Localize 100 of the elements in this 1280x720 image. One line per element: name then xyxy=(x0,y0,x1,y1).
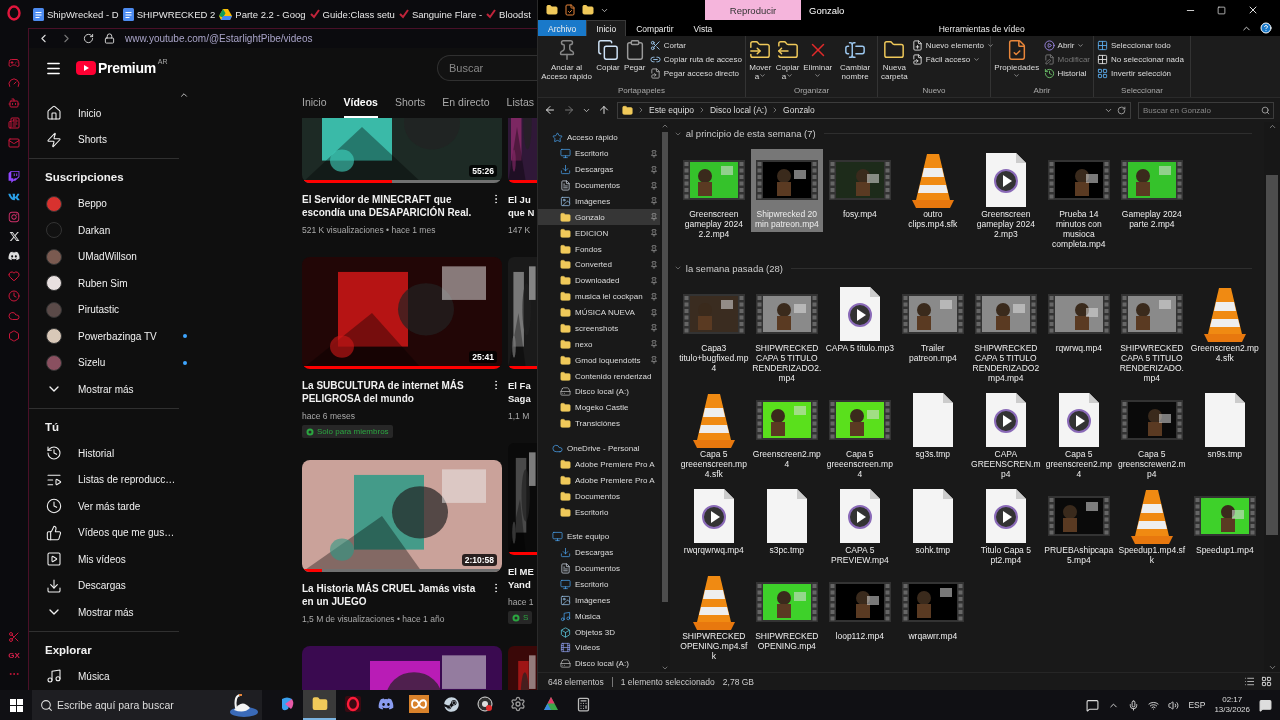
file-item[interactable]: Greenscreen gameplay 2024 2.2.mp4 xyxy=(677,148,750,242)
scissors-icon[interactable] xyxy=(8,631,20,643)
nav-item[interactable]: Ver más tarde xyxy=(29,493,191,520)
nav-tree-item[interactable]: musica lel cockpan xyxy=(538,288,660,305)
mail-icon[interactable] xyxy=(8,137,20,149)
nav-tree-item[interactable]: Gonzalo xyxy=(538,209,660,226)
section-title[interactable]: Suscripciones xyxy=(29,164,191,191)
browser-tab[interactable]: SHIPWRECKED 2 xyxy=(120,4,218,24)
ribbon-button[interactable]: Mover a xyxy=(749,39,772,81)
details-view-icon[interactable] xyxy=(1244,676,1255,687)
show-more-item[interactable]: Mostrar más xyxy=(29,376,191,403)
channel-tab[interactable]: En directo xyxy=(442,88,490,118)
breadcrumb[interactable]: Disco local (A:) xyxy=(709,105,768,115)
gamepad-icon[interactable] xyxy=(8,57,20,69)
file-item[interactable]: Speedup1.mp4 xyxy=(1188,485,1261,558)
ribbon-button[interactable]: Anclar al Acceso rápido xyxy=(541,39,593,81)
nav-tree-item[interactable]: MÚSICA NUEVA xyxy=(538,304,660,321)
clock[interactable]: 02:17 13/3/2026 xyxy=(1214,695,1250,715)
scroll-down-icon[interactable] xyxy=(660,664,669,672)
file-item[interactable]: Titulo Capa 5 pt2.mp4 xyxy=(969,485,1042,568)
nav-item[interactable]: Historial xyxy=(29,440,191,467)
channel-item[interactable]: Beppo xyxy=(29,190,191,217)
volume-icon[interactable] xyxy=(1168,699,1180,711)
ribbon-button[interactable]: Nuevo elemento xyxy=(911,40,994,51)
video-title[interactable]: que N xyxy=(508,206,537,219)
channel-item[interactable]: Powerbazinga TV xyxy=(29,323,191,350)
nav-tree-item[interactable]: Imágenes xyxy=(538,193,660,210)
file-item[interactable]: s3pc.tmp xyxy=(750,485,823,558)
ribbon-tab[interactable]: Compartir xyxy=(626,20,684,36)
nav-item[interactable]: Mis vídeos xyxy=(29,546,191,573)
video-title[interactable]: La Historia MÁS CRUEL Jamás vista en un JUEGO xyxy=(302,582,486,608)
ribbon-button[interactable]: Copiar a xyxy=(775,39,800,81)
video-title[interactable]: La SUBCULTURA de internet MÁS PELIGROSA del mundo xyxy=(302,379,486,405)
file-item[interactable]: Speedup1.mp4.sfk xyxy=(1115,485,1188,568)
file-item[interactable]: SHIPWRECKED OPENING.mp4.sfk xyxy=(677,571,750,664)
ribbon-button[interactable]: Propiedades xyxy=(994,39,1040,81)
file-item[interactable]: CAPA 5 titulo.mp3 xyxy=(823,283,896,356)
network-icon[interactable] xyxy=(1148,699,1160,711)
browser-tab[interactable]: Parte 2.2 - Goog xyxy=(217,4,308,24)
file-item[interactable]: Trailer patreon.mp4 xyxy=(896,283,969,366)
heart-icon[interactable] xyxy=(8,270,20,282)
nav-tree-item[interactable]: screenshots xyxy=(538,320,660,337)
group-header[interactable]: al principio de esta semana (7) xyxy=(673,125,1264,143)
address-field[interactable]: Este equipo Disco local (A:) Gonzalo xyxy=(617,101,1131,119)
cloud-icon[interactable] xyxy=(8,310,20,322)
nav-tree-item[interactable]: Fondos xyxy=(538,241,660,257)
nav-tree-item[interactable]: Vídeos xyxy=(538,640,660,656)
nav-tree-item[interactable]: Mogeko Castle xyxy=(538,399,660,416)
nav-tree-item[interactable]: EDICION xyxy=(538,225,660,242)
folder-icon[interactable] xyxy=(546,4,558,16)
logo-text[interactable]: Premium xyxy=(98,60,156,76)
file-item[interactable]: Capa3 titulo+bugfixed.mp4 xyxy=(677,283,750,376)
file-item[interactable]: SHIPWRECKED OPENING.mp4 xyxy=(750,571,823,654)
file-item[interactable]: rqwrwq.mp4 xyxy=(1042,283,1115,356)
nav-tree-item[interactable]: OneDrive - Personal xyxy=(538,440,660,457)
ribbon-button[interactable]: Nueva carpeta xyxy=(881,39,908,81)
taskbar-button[interactable] xyxy=(303,690,336,720)
hexagon-icon[interactable] xyxy=(8,330,20,342)
ribbon-button[interactable]: Cortar xyxy=(649,40,742,51)
file-item[interactable]: rwqrqwrwq.mp4 xyxy=(677,485,750,558)
nav-item[interactable]: Música xyxy=(29,663,191,690)
ribbon-button[interactable]: Fácil acceso xyxy=(911,54,994,65)
video-title[interactable]: Saga xyxy=(508,392,537,405)
url-field[interactable]: www.youtube.com/@EstarlightPibe/videos xyxy=(125,33,313,44)
nav-tree-item[interactable]: Disco local (A:) xyxy=(538,384,660,400)
reload-icon[interactable] xyxy=(83,33,94,44)
browser-tab[interactable]: ShipWrecked - D xyxy=(31,4,121,24)
file-item[interactable]: Shipwrecked 20 min patreon.mp4 xyxy=(750,148,823,232)
ribbon-button[interactable]: Seleccionar todo xyxy=(1097,40,1184,51)
microphone-icon[interactable] xyxy=(1128,699,1140,711)
search-field[interactable]: Buscar xyxy=(437,55,537,81)
channel-tab[interactable]: Inicio xyxy=(302,88,327,118)
notifications-icon[interactable] xyxy=(1259,698,1272,712)
ribbon-tab[interactable]: Inicio xyxy=(586,20,627,36)
gauge-icon[interactable] xyxy=(8,77,20,89)
nav-tree-item[interactable]: Escritorio xyxy=(538,576,660,593)
channel-item[interactable]: UMadWillson xyxy=(29,243,191,270)
nav-item[interactable]: Inicio xyxy=(29,100,191,127)
file-item[interactable]: PRUEBAshipcapa5.mp4 xyxy=(1042,485,1115,568)
file-menu-tab[interactable]: Archivo xyxy=(538,20,587,36)
file-item[interactable]: Gameplay 2024 parte 2.mp4 xyxy=(1115,148,1188,232)
file-item[interactable]: loop112.mp4 xyxy=(823,571,896,644)
browser-tab[interactable]: Bloodst xyxy=(484,4,533,24)
channel-item[interactable]: Darkan xyxy=(29,217,191,244)
nav-item[interactable]: Vídeos que me gus… xyxy=(29,519,191,546)
refresh-icon[interactable] xyxy=(1117,105,1126,115)
file-item[interactable]: Greenscreen2.mp4 xyxy=(750,389,823,472)
ribbon-button[interactable]: Invertir selección xyxy=(1097,68,1184,79)
nav-tree-item[interactable]: Documentos xyxy=(538,488,660,505)
up-icon[interactable] xyxy=(598,104,610,116)
ribbon-button[interactable]: Copiar ruta de acceso xyxy=(649,54,742,65)
file-item[interactable]: SHIPWRECKED CAPA 5 TITULO RENDERIZADO2.mp4 xyxy=(750,283,823,386)
news-icon[interactable] xyxy=(8,117,20,129)
browser-tab[interactable]: Sanguine Flare - xyxy=(396,4,485,24)
ribbon-button[interactable]: Copiar xyxy=(596,39,620,72)
nav-tree-item[interactable]: Escritorio xyxy=(538,504,660,520)
nav-tree-item[interactable]: Transiciónes xyxy=(538,415,660,432)
scroll-up-icon[interactable] xyxy=(179,90,189,100)
file-item[interactable]: sg3s.tmp xyxy=(896,389,969,462)
breadcrumb[interactable]: Gonzalo xyxy=(783,105,815,115)
